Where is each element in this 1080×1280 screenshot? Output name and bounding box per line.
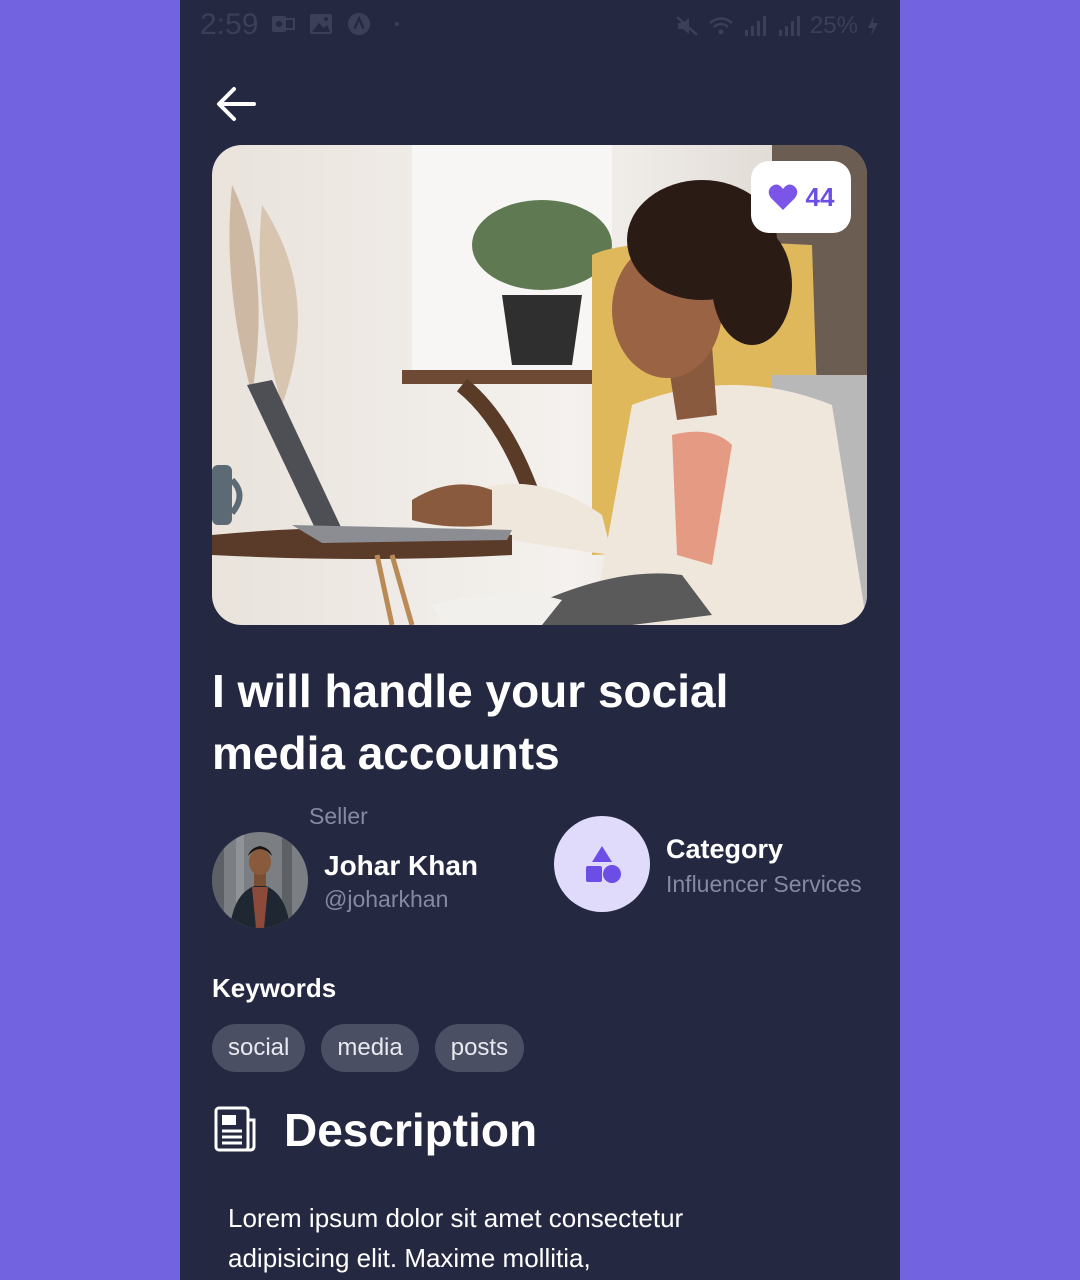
heart-icon	[768, 184, 797, 210]
gig-title: I will handle your social media accounts	[212, 665, 729, 779]
keyword-chip[interactable]: social	[212, 1024, 306, 1072]
outlook-icon	[272, 16, 295, 32]
wifi-icon	[709, 17, 733, 35]
signal-icon	[744, 16, 766, 36]
like-count: 44	[805, 181, 835, 212]
status-bar: 2:59 25%	[180, 0, 900, 52]
seller-name[interactable]: Johar Khan	[324, 850, 478, 882]
keyword-chip[interactable]: posts	[434, 1024, 525, 1072]
keywords-label: Keywords	[212, 973, 337, 1003]
keyword-chips: social media posts	[212, 1024, 525, 1072]
category-value: Influencer Services	[666, 871, 862, 897]
keyword-chip[interactable]: media	[321, 1024, 419, 1072]
back-arrow-icon[interactable]	[214, 84, 258, 124]
battery-level: 25%	[809, 12, 858, 39]
signal-icon	[778, 16, 800, 36]
charging-icon	[868, 16, 878, 36]
dot-icon	[395, 22, 399, 26]
seller-handle: @joharkhan	[324, 886, 449, 912]
gig-cover-image: 44	[212, 145, 867, 625]
status-left-icons	[270, 12, 410, 36]
seller-avatar[interactable]	[212, 832, 308, 928]
image-icon	[310, 14, 332, 34]
newspaper-icon	[214, 1106, 256, 1152]
app-a-icon	[347, 12, 371, 36]
like-button[interactable]: 44	[751, 161, 851, 233]
category-label: Category	[666, 834, 784, 864]
avatar-photo	[212, 832, 308, 928]
shapes-icon	[586, 846, 621, 883]
app-screen: 2:59 25% 44 I will handle your social me…	[180, 0, 900, 1280]
description-text: Lorem ipsum dolor sit amet consectetur a…	[228, 1203, 684, 1273]
status-right-icons: 25%	[674, 12, 880, 40]
seller-label: Seller	[309, 803, 368, 829]
status-time: 2:59	[200, 8, 259, 41]
category-badge	[554, 816, 650, 912]
mute-icon	[676, 16, 698, 36]
description-heading: Description	[284, 1104, 538, 1156]
